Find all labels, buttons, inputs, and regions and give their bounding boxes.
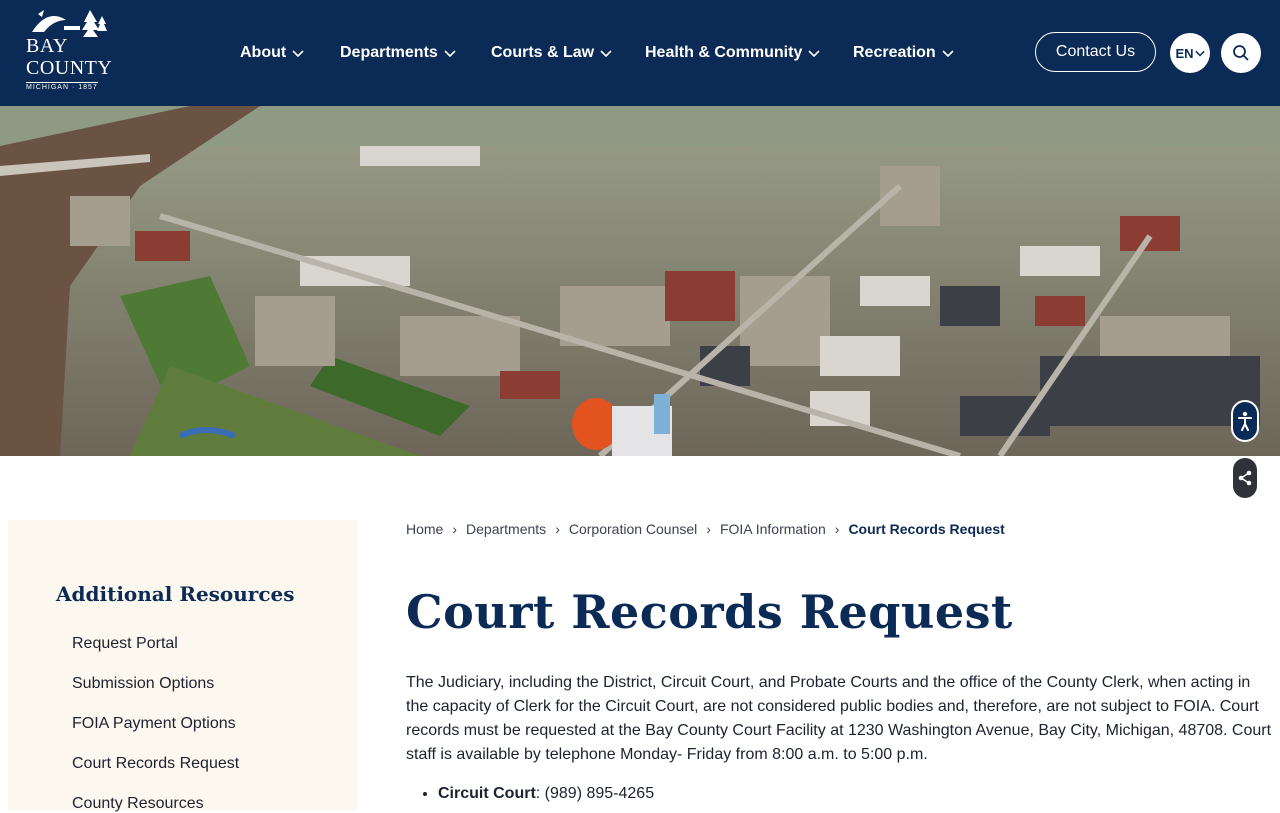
sidebar-link-county-resources[interactable]: County Resources (72, 795, 204, 813)
nav-health-community[interactable]: Health & Community (645, 0, 820, 106)
breadcrumb: Home › Departments › Corporation Counsel… (406, 521, 1005, 537)
page-title: Court Records Request (406, 585, 1013, 639)
sidebar-link-court-records-request[interactable]: Court Records Request (72, 755, 239, 773)
breadcrumb-corporation-counsel[interactable]: Corporation Counsel (569, 521, 697, 537)
chevron-down-icon (444, 50, 456, 58)
sidebar-heading: Additional Resources (56, 582, 295, 606)
contact-us-button[interactable]: Contact Us (1035, 32, 1156, 72)
sidebar-link-foia-payment-options[interactable]: FOIA Payment Options (72, 715, 236, 733)
nav-health-community-label: Health & Community (645, 44, 803, 61)
hero-aerial-image (0, 106, 1280, 456)
bay-county-logo[interactable]: BAY COUNTY MICHIGAN · 1857 (22, 8, 112, 96)
breadcrumb-separator-icon: › (706, 521, 711, 537)
share-button[interactable] (1233, 458, 1257, 498)
breadcrumb-departments[interactable]: Departments (466, 521, 546, 537)
nav-departments-label: Departments (340, 44, 438, 61)
nav-departments[interactable]: Departments (340, 0, 456, 106)
nav-courts-law-label: Courts & Law (491, 44, 595, 61)
intro-paragraph: The Judiciary, including the District, C… (406, 674, 1272, 763)
chevron-down-icon (808, 50, 820, 58)
sidebar-link-submission-options[interactable]: Submission Options (72, 675, 214, 693)
breadcrumb-separator-icon: › (452, 521, 458, 537)
chevron-down-icon (600, 50, 612, 58)
breadcrumb-separator-icon: › (555, 521, 560, 537)
logo-word-bay: BAY (26, 35, 68, 57)
language-label: EN (1175, 45, 1194, 61)
nav-courts-law[interactable]: Courts & Law (491, 0, 612, 106)
language-selector[interactable]: EN (1170, 33, 1210, 73)
logo-word-county: COUNTY (26, 57, 113, 79)
share-icon (1238, 470, 1252, 486)
logo-subtitle: MICHIGAN · 1857 (26, 82, 98, 91)
logo-emblem-icon (32, 10, 107, 37)
breadcrumb-foia-information[interactable]: FOIA Information (720, 521, 826, 537)
breadcrumb-home[interactable]: Home (406, 521, 443, 537)
aerial-city-photo (0, 106, 1280, 456)
nav-about[interactable]: About (240, 0, 304, 106)
accessibility-icon (1238, 411, 1252, 431)
nav-about-label: About (240, 44, 287, 61)
site-header: BAY COUNTY MICHIGAN · 1857 About Departm… (0, 0, 1280, 106)
court-name: Circuit Court (438, 785, 536, 802)
nav-recreation-label: Recreation (853, 44, 936, 61)
breadcrumb-separator-icon: › (834, 521, 840, 537)
breadcrumb-current: Court Records Request (848, 521, 1005, 537)
chevron-down-icon (292, 50, 304, 58)
search-button[interactable] (1221, 33, 1261, 73)
chevron-down-icon (942, 50, 954, 58)
chevron-down-icon (1194, 50, 1205, 57)
court-phone-list: Circuit Court: (989) 895-4265 (406, 782, 654, 806)
list-item: Circuit Court: (989) 895-4265 (438, 782, 654, 806)
search-icon (1233, 45, 1249, 61)
court-phone: : (989) 895-4265 (535, 785, 655, 802)
sidebar-link-request-portal[interactable]: Request Portal (72, 635, 178, 653)
nav-recreation[interactable]: Recreation (853, 0, 954, 106)
additional-resources-sidebar: Additional Resources Request Portal Subm… (8, 520, 358, 813)
accessibility-button[interactable] (1231, 400, 1259, 442)
